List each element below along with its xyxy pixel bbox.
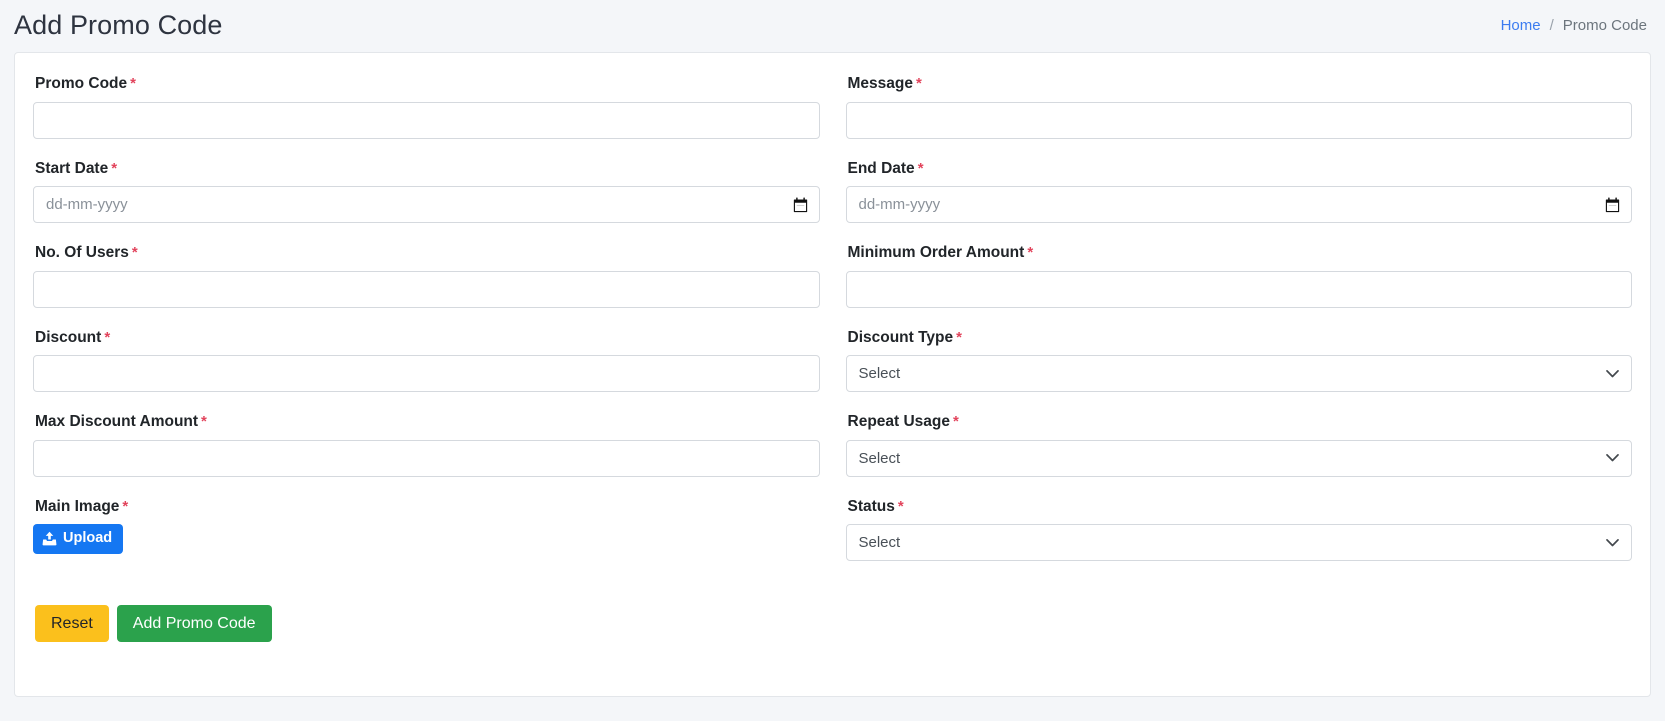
minimum-order-amount-input[interactable] bbox=[846, 271, 1633, 308]
page-header: Add Promo Code Home / Promo Code bbox=[0, 0, 1665, 52]
field-repeat-usage: Repeat Usage* Select bbox=[846, 413, 1633, 477]
max-discount-amount-input[interactable] bbox=[33, 440, 820, 477]
label-message-text: Message bbox=[848, 75, 913, 92]
status-wrapper: Select bbox=[846, 524, 1633, 561]
label-repeat-usage-text: Repeat Usage bbox=[848, 413, 951, 430]
label-discount-type-text: Discount Type bbox=[848, 329, 954, 346]
field-status: Status* Select bbox=[846, 498, 1633, 562]
discount-type-wrapper: Select bbox=[846, 355, 1633, 392]
required-asterisk: * bbox=[111, 160, 117, 177]
end-date-input[interactable] bbox=[846, 186, 1633, 223]
label-no-of-users-text: No. Of Users bbox=[35, 244, 129, 261]
field-message: Message* bbox=[846, 75, 1633, 139]
field-main-image: Main Image* Upload bbox=[33, 498, 820, 562]
required-asterisk: * bbox=[130, 75, 136, 92]
field-discount: Discount* bbox=[33, 329, 820, 393]
form-actions: Reset Add Promo Code bbox=[33, 605, 1632, 642]
label-status: Status* bbox=[848, 498, 1633, 516]
required-asterisk: * bbox=[122, 498, 128, 515]
field-no-of-users: No. Of Users* bbox=[33, 244, 820, 308]
required-asterisk: * bbox=[1027, 244, 1033, 261]
required-asterisk: * bbox=[898, 498, 904, 515]
label-max-discount-amount: Max Discount Amount* bbox=[35, 413, 820, 431]
label-max-discount-amount-text: Max Discount Amount bbox=[35, 413, 198, 430]
required-asterisk: * bbox=[956, 329, 962, 346]
start-date-wrapper bbox=[33, 186, 820, 223]
add-promo-code-button[interactable]: Add Promo Code bbox=[117, 605, 272, 642]
field-promo-code: Promo Code* bbox=[33, 75, 820, 139]
label-repeat-usage: Repeat Usage* bbox=[848, 413, 1633, 431]
field-start-date: Start Date* bbox=[33, 160, 820, 224]
page-title: Add Promo Code bbox=[14, 12, 223, 39]
end-date-wrapper bbox=[846, 186, 1633, 223]
upload-button[interactable]: Upload bbox=[33, 524, 123, 554]
repeat-usage-wrapper: Select bbox=[846, 440, 1633, 477]
reset-button[interactable]: Reset bbox=[35, 605, 109, 642]
upload-button-label: Upload bbox=[63, 531, 112, 547]
label-no-of-users: No. Of Users* bbox=[35, 244, 820, 262]
promo-code-input[interactable] bbox=[33, 102, 820, 139]
label-end-date-text: End Date bbox=[848, 160, 915, 177]
form-grid: Promo Code* Message* Start Date* bbox=[33, 75, 1632, 582]
field-end-date: End Date* bbox=[846, 160, 1633, 224]
label-start-date: Start Date* bbox=[35, 160, 820, 178]
required-asterisk: * bbox=[918, 160, 924, 177]
label-promo-code: Promo Code* bbox=[35, 75, 820, 93]
upload-icon bbox=[42, 531, 57, 546]
label-discount: Discount* bbox=[35, 329, 820, 347]
label-main-image-text: Main Image bbox=[35, 498, 119, 515]
label-minimum-order-amount: Minimum Order Amount* bbox=[848, 244, 1633, 262]
label-end-date: End Date* bbox=[848, 160, 1633, 178]
breadcrumb-current: Promo Code bbox=[1563, 17, 1647, 34]
start-date-input[interactable] bbox=[33, 186, 820, 223]
field-max-discount-amount: Max Discount Amount* bbox=[33, 413, 820, 477]
required-asterisk: * bbox=[201, 413, 207, 430]
required-asterisk: * bbox=[953, 413, 959, 430]
label-discount-type: Discount Type* bbox=[848, 329, 1633, 347]
label-start-date-text: Start Date bbox=[35, 160, 108, 177]
breadcrumb-separator: / bbox=[1550, 17, 1554, 34]
required-asterisk: * bbox=[104, 329, 110, 346]
label-status-text: Status bbox=[848, 498, 895, 515]
required-asterisk: * bbox=[916, 75, 922, 92]
status-select[interactable]: Select bbox=[846, 524, 1633, 561]
breadcrumb: Home / Promo Code bbox=[1501, 17, 1647, 34]
promo-code-form-card: Promo Code* Message* Start Date* bbox=[14, 52, 1651, 697]
field-discount-type: Discount Type* Select bbox=[846, 329, 1633, 393]
label-main-image: Main Image* bbox=[35, 498, 820, 516]
label-promo-code-text: Promo Code bbox=[35, 75, 127, 92]
discount-input[interactable] bbox=[33, 355, 820, 392]
message-input[interactable] bbox=[846, 102, 1633, 139]
no-of-users-input[interactable] bbox=[33, 271, 820, 308]
label-minimum-order-amount-text: Minimum Order Amount bbox=[848, 244, 1025, 261]
label-message: Message* bbox=[848, 75, 1633, 93]
label-discount-text: Discount bbox=[35, 329, 101, 346]
repeat-usage-select[interactable]: Select bbox=[846, 440, 1633, 477]
breadcrumb-home-link[interactable]: Home bbox=[1501, 17, 1541, 34]
field-minimum-order-amount: Minimum Order Amount* bbox=[846, 244, 1633, 308]
discount-type-select[interactable]: Select bbox=[846, 355, 1633, 392]
required-asterisk: * bbox=[132, 244, 138, 261]
